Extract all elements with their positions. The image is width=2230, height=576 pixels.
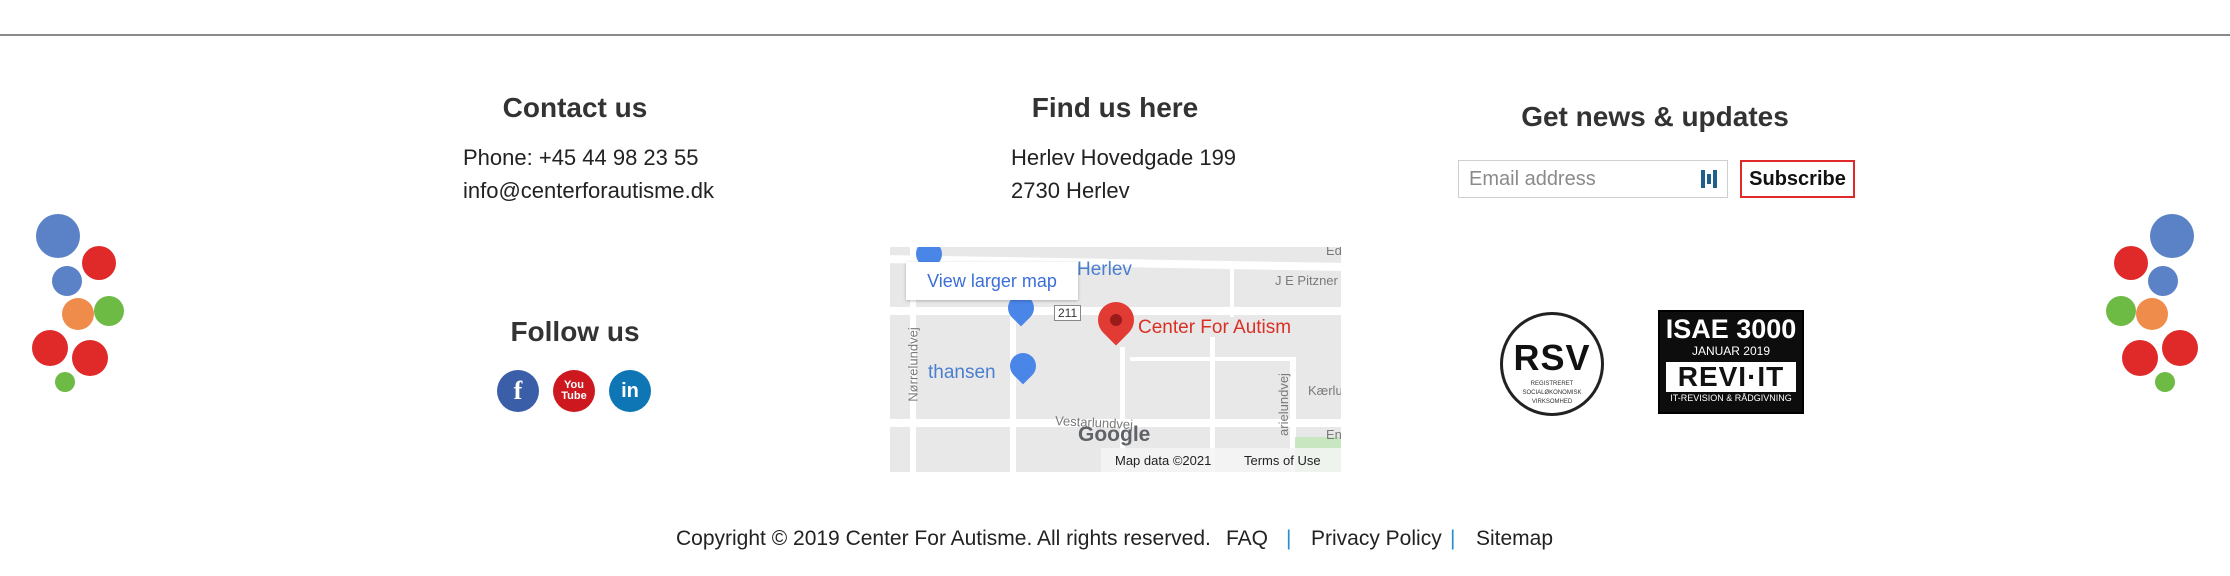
dot bbox=[2136, 298, 2168, 330]
isae-badge-footer: IT-REVISION & RÅDGIVNING bbox=[1670, 393, 1792, 403]
google-map-embed[interactable]: Herlev thansen 211 J E Pitzner Nørrelund… bbox=[890, 247, 1341, 472]
dot bbox=[2122, 340, 2158, 376]
map-data-credit: Map data ©2021 bbox=[1115, 453, 1212, 468]
dot bbox=[2114, 246, 2148, 280]
google-logo: Google bbox=[1078, 423, 1151, 446]
map-road bbox=[1010, 317, 1016, 472]
contact-phone[interactable]: Phone: +45 44 98 23 55 bbox=[463, 141, 699, 175]
footer-link-faq[interactable]: FAQ bbox=[1226, 527, 1268, 551]
youtube-icon[interactable]: You Tube bbox=[553, 370, 595, 412]
dot bbox=[2148, 266, 2178, 296]
facebook-glyph: f bbox=[513, 376, 523, 405]
dot bbox=[55, 372, 75, 392]
map-label-road-211: 211 bbox=[1054, 305, 1082, 321]
map-label-ed: Ed bbox=[1326, 247, 1341, 258]
address-line-2: 2730 Herlev bbox=[1011, 178, 1130, 203]
dot bbox=[2150, 214, 2194, 258]
map-label-norrelundvej: Nørrelundvej bbox=[905, 327, 921, 402]
email-input[interactable] bbox=[1458, 160, 1728, 198]
map-label-pitzner: J E Pitzner bbox=[1275, 273, 1338, 288]
map-label-thansen: thansen bbox=[928, 362, 996, 383]
isae-3000-badge: ISAE 3000 JANUAR 2019 REVI·IT IT-REVISIO… bbox=[1658, 310, 1804, 414]
subscribe-button[interactable]: Subscribe bbox=[1740, 160, 1855, 198]
footer-link-privacy[interactable]: Privacy Policy bbox=[1311, 527, 1442, 551]
map-road bbox=[1230, 267, 1234, 317]
revi-it-logo: REVI·IT bbox=[1666, 362, 1796, 392]
follow-heading: Follow us bbox=[510, 316, 640, 347]
dot bbox=[36, 214, 80, 258]
find-heading: Find us here bbox=[1031, 92, 1199, 123]
map-road bbox=[1130, 357, 1290, 361]
linkedin-icon[interactable]: in bbox=[609, 370, 651, 412]
footer-separator: | bbox=[1450, 527, 1456, 550]
rsv-badge-sub1: REGISTRERET bbox=[1530, 381, 1574, 387]
rsv-badge: RSV REGISTRERET SOCIALØKONOMISK VIRKSOMH… bbox=[1500, 312, 1604, 416]
dot bbox=[2106, 296, 2136, 326]
map-label-arielundvej: arielundvej bbox=[1275, 373, 1291, 436]
youtube-glyph-bottom: Tube bbox=[561, 390, 587, 402]
map-terms-link[interactable]: Terms of Use bbox=[1244, 453, 1321, 468]
password-manager-icon[interactable] bbox=[1698, 168, 1720, 190]
map-label-en: En bbox=[1326, 427, 1341, 442]
copyright-text: Copyright © 2019 Center For Autisme. All… bbox=[676, 527, 1211, 550]
facebook-icon[interactable]: f bbox=[497, 370, 539, 412]
contact-email[interactable]: info@centerforautisme.dk bbox=[463, 174, 714, 208]
contact-heading: Contact us bbox=[502, 92, 648, 123]
rsv-badge-sub2: SOCIALØKONOMISK bbox=[1522, 390, 1582, 396]
linkedin-glyph: in bbox=[621, 379, 639, 402]
dot bbox=[32, 330, 68, 366]
dot bbox=[94, 296, 124, 326]
dot bbox=[2155, 372, 2175, 392]
location-pin-icon[interactable] bbox=[1090, 294, 1142, 346]
top-divider bbox=[0, 34, 2230, 36]
dot bbox=[82, 246, 116, 280]
map-label-herlev: Herlev bbox=[1077, 259, 1132, 280]
address-line-1: Herlev Hovedgade 199 bbox=[1011, 145, 1237, 170]
footer-separator: | bbox=[1286, 527, 1292, 550]
dot bbox=[72, 340, 108, 376]
footer-link-sitemap[interactable]: Sitemap bbox=[1476, 527, 1553, 551]
rsv-badge-title: RSV bbox=[1513, 337, 1591, 378]
dot bbox=[62, 298, 94, 330]
map-pin-label[interactable]: Center For Autism bbox=[1138, 317, 1291, 339]
news-heading: Get news & updates bbox=[1521, 101, 1789, 132]
isae-badge-title: ISAE 3000 bbox=[1665, 314, 1797, 344]
rsv-badge-sub3: VIRKSOMHED bbox=[1531, 399, 1573, 405]
dot bbox=[2162, 330, 2198, 366]
view-larger-map-button[interactable]: View larger map bbox=[906, 262, 1078, 300]
dot bbox=[52, 266, 82, 296]
isae-badge-date: JANUAR 2019 bbox=[1691, 344, 1771, 358]
map-label-kaerlu: Kærlu bbox=[1308, 383, 1341, 398]
